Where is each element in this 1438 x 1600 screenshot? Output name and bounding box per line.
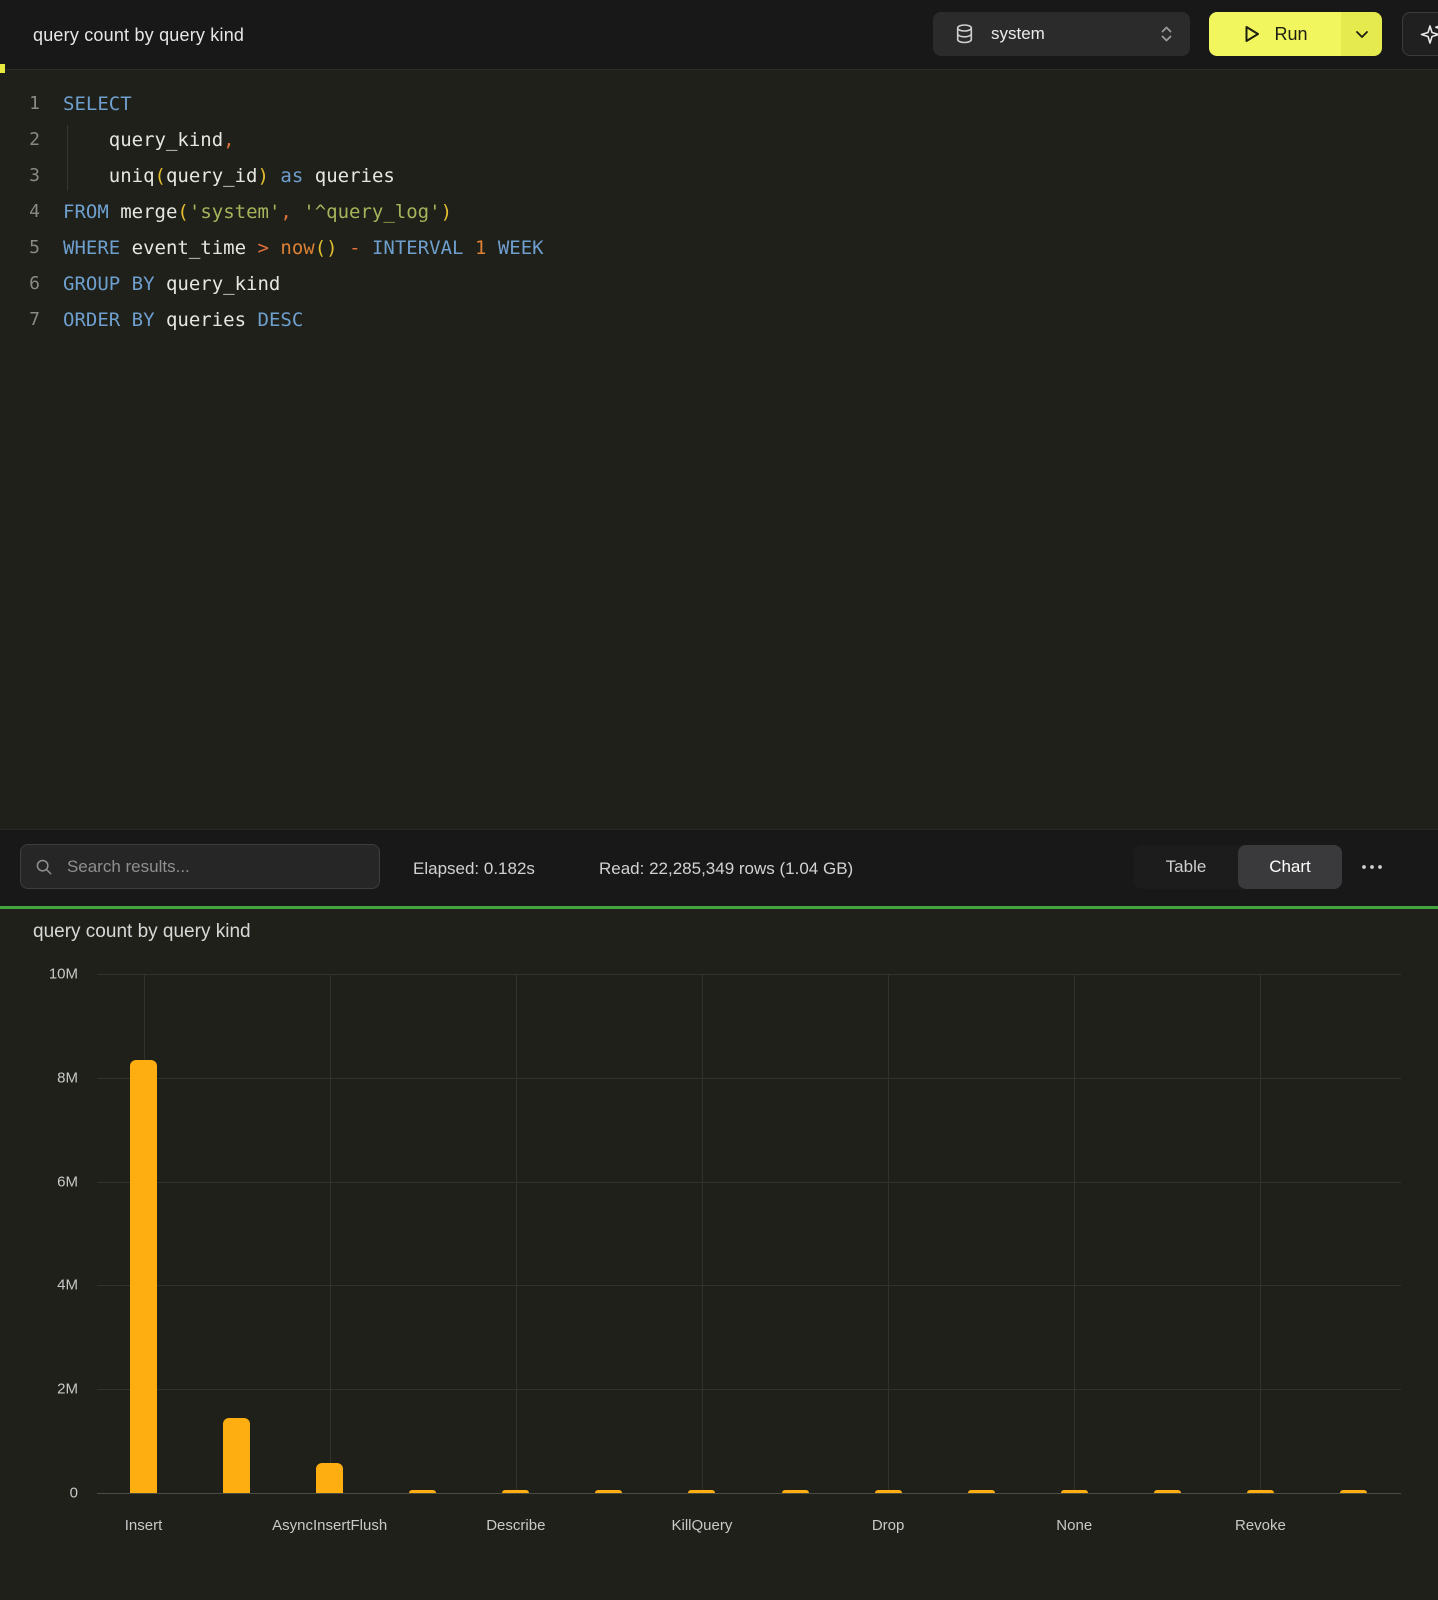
vertical-gridline xyxy=(888,974,889,1493)
x-tick-label-Describe: Describe xyxy=(431,1517,601,1534)
tab-chart[interactable]: Chart xyxy=(1238,845,1342,889)
bar-Insert[interactable] xyxy=(130,1060,157,1493)
sql-editor[interactable]: 1SELECT2 query_kind,3 uniq(query_id) as … xyxy=(0,70,1438,829)
results-toolbar: Elapsed: 0.182s Read: 22,285,349 rows (1… xyxy=(0,829,1438,906)
topbar: query count by query kind system xyxy=(0,0,1438,70)
database-icon xyxy=(955,23,974,45)
bar-unlabeled-5[interactable] xyxy=(595,1490,622,1493)
code-text: uniq(query_id) as queries xyxy=(40,158,395,194)
read-stat: Read: 22,285,349 rows (1.04 GB) xyxy=(599,830,853,907)
code-text: ORDER BY queries DESC xyxy=(40,302,303,338)
play-icon xyxy=(1242,24,1261,44)
view-toggle: Table Chart xyxy=(1134,845,1342,889)
line-number: 2 xyxy=(0,122,40,158)
chart-title: query count by query kind xyxy=(33,921,251,943)
left-edge-marker xyxy=(0,64,5,73)
line-number: 6 xyxy=(0,266,40,302)
bar-KillQuery[interactable] xyxy=(688,1490,715,1493)
chart-panel: query count by query kind 0 2M 4M 6M 8M 10M In… xyxy=(0,909,1438,1600)
line-number: 1 xyxy=(0,86,40,122)
code-line-6: 6GROUP BY query_kind xyxy=(0,266,1438,302)
sparkles-icon xyxy=(1418,20,1438,48)
vertical-gridline xyxy=(1074,974,1075,1493)
code-text: GROUP BY query_kind xyxy=(40,266,280,302)
code-text: query_kind, xyxy=(40,122,235,158)
updown-chevron-icon xyxy=(1159,22,1174,46)
y-tick-label: 6M xyxy=(0,1173,78,1190)
bar-Describe[interactable] xyxy=(502,1490,529,1493)
y-tick-label: 2M xyxy=(0,1381,78,1398)
bar-AsyncInsertFlush[interactable] xyxy=(316,1463,343,1493)
bar-Drop[interactable] xyxy=(875,1490,902,1493)
x-tick-label-KillQuery: KillQuery xyxy=(617,1517,787,1534)
code-text: WHERE event_time > now() - INTERVAL 1 WE… xyxy=(40,230,544,266)
search-results-box[interactable] xyxy=(20,844,380,889)
gridline-6M xyxy=(97,1182,1401,1183)
code-line-4: 4FROM merge('system', '^query_log') xyxy=(0,194,1438,230)
x-tick-label-None: None xyxy=(989,1517,1159,1534)
gridline-4M xyxy=(97,1285,1401,1286)
line-number: 3 xyxy=(0,158,40,194)
bar-unlabeled-13[interactable] xyxy=(1340,1490,1367,1493)
ai-assist-button[interactable] xyxy=(1402,12,1438,56)
tab-table[interactable]: Table xyxy=(1134,845,1238,889)
y-tick-label: 4M xyxy=(0,1277,78,1294)
code-text: FROM merge('system', '^query_log') xyxy=(40,194,452,230)
gridline-10M xyxy=(97,974,1401,975)
code-lines: 1SELECT2 query_kind,3 uniq(query_id) as … xyxy=(0,86,1438,338)
vertical-gridline xyxy=(516,974,517,1493)
bar-unlabeled-3[interactable] xyxy=(409,1490,436,1493)
search-input[interactable] xyxy=(65,856,365,878)
x-tick-label-AsyncInsertFlush: AsyncInsertFlush xyxy=(245,1517,415,1534)
run-options-button[interactable] xyxy=(1341,12,1382,56)
x-tick-label-Drop: Drop xyxy=(803,1517,973,1534)
gridline-8M xyxy=(97,1078,1401,1079)
code-line-7: 7ORDER BY queries DESC xyxy=(0,302,1438,338)
query-console: query count by query kind system xyxy=(0,0,1438,1600)
bar-unlabeled-1[interactable] xyxy=(223,1418,250,1493)
vertical-gridline xyxy=(702,974,703,1493)
run-button-main[interactable]: Run xyxy=(1209,12,1341,56)
code-line-2: 2 query_kind, xyxy=(0,122,1438,158)
query-tab-title: query count by query kind xyxy=(33,0,244,70)
bar-Revoke[interactable] xyxy=(1247,1490,1274,1493)
run-button-label: Run xyxy=(1274,24,1307,45)
line-number: 7 xyxy=(0,302,40,338)
x-axis-line xyxy=(97,1493,1401,1494)
x-tick-label-Insert: Insert xyxy=(59,1517,229,1534)
code-line-5: 5WHERE event_time > now() - INTERVAL 1 W… xyxy=(0,230,1438,266)
code-text: SELECT xyxy=(40,86,132,122)
vertical-gridline xyxy=(1260,974,1261,1493)
bar-unlabeled-7[interactable] xyxy=(782,1490,809,1493)
bar-None[interactable] xyxy=(1061,1490,1088,1493)
line-number: 5 xyxy=(0,230,40,266)
line-number: 4 xyxy=(0,194,40,230)
vertical-gridline xyxy=(330,974,331,1493)
ellipsis-icon xyxy=(1361,864,1383,870)
database-selector[interactable]: system xyxy=(933,12,1190,56)
run-button[interactable]: Run xyxy=(1209,12,1382,56)
elapsed-stat: Elapsed: 0.182s xyxy=(413,830,535,907)
y-tick-label: 0 xyxy=(0,1485,78,1502)
y-tick-label: 8M xyxy=(0,1069,78,1086)
chevron-down-icon xyxy=(1355,30,1369,39)
code-line-3: 3 uniq(query_id) as queries xyxy=(0,158,1438,194)
database-selector-value: system xyxy=(991,24,1142,44)
more-options-button[interactable] xyxy=(1350,845,1394,889)
x-tick-label-Revoke: Revoke xyxy=(1175,1517,1345,1534)
y-tick-label: 10M xyxy=(0,966,78,983)
code-line-1: 1SELECT xyxy=(0,86,1438,122)
bar-unlabeled-11[interactable] xyxy=(1154,1490,1181,1493)
gridline-2M xyxy=(97,1389,1401,1390)
bar-unlabeled-9[interactable] xyxy=(968,1490,995,1493)
search-icon xyxy=(35,857,53,877)
